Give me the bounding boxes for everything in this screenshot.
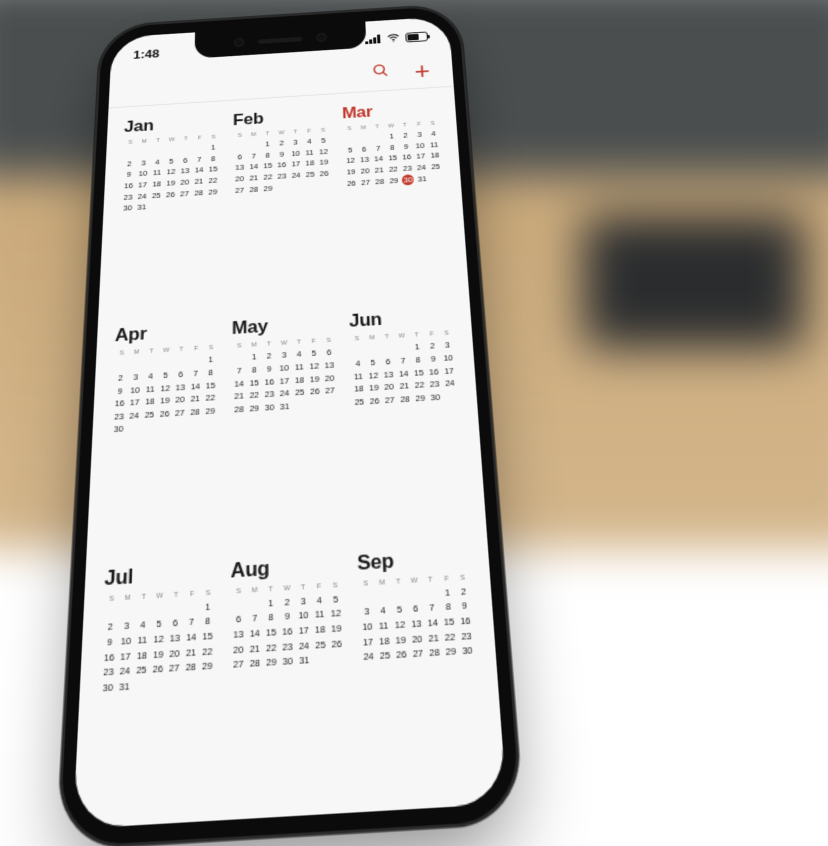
- month-aug[interactable]: AugSMTWTFS123456789101112131415161718192…: [229, 552, 350, 820]
- camera-dot: [234, 38, 244, 47]
- month-jan[interactable]: JanSMTWTFS123456789101112131415161718192…: [116, 112, 221, 311]
- day-grid: 1234567891011121314151617181920212223242…: [120, 142, 220, 215]
- wifi-icon: [386, 32, 401, 45]
- search-icon[interactable]: [371, 62, 390, 84]
- sensor-dot: [316, 33, 326, 42]
- add-button[interactable]: +: [414, 58, 431, 82]
- month-label: Sep: [357, 544, 470, 575]
- scene: 1:48 +: [0, 0, 828, 523]
- month-label: Apr: [115, 319, 219, 347]
- month-label: Aug: [231, 552, 343, 583]
- speaker-grille: [258, 36, 302, 43]
- phone-frame: 1:48 +: [56, 4, 524, 846]
- month-mar[interactable]: MarSMTWTFS123456789101112131415161718192…: [342, 99, 451, 297]
- month-label: Jul: [104, 559, 216, 590]
- month-label: Feb: [233, 105, 330, 129]
- month-jul[interactable]: JulSMTWTFS123456789101112131415161718192…: [94, 559, 217, 827]
- month-jun[interactable]: JunSMTWTFS123456789101112131415161718192…: [349, 305, 468, 534]
- month-label: May: [232, 312, 336, 340]
- month-may[interactable]: MaySMTWTFS123456789101112131415161718192…: [231, 312, 342, 541]
- month-apr[interactable]: AprSMTWTFS123456789101112131415161718192…: [106, 319, 219, 549]
- day-grid: 1234567891011121314151617181920212223242…: [343, 128, 444, 189]
- month-feb[interactable]: FebSMTWTFS123456789101112131415161718192…: [232, 105, 335, 303]
- day-grid: 1234567891011121314151617181920212223242…: [231, 346, 338, 416]
- day-grid: 1234567891011121314151617181920212223242…: [230, 591, 346, 672]
- status-right: [365, 30, 428, 46]
- day-grid: 1234567891011121314151617181920212223242…: [233, 135, 332, 196]
- year-grid[interactable]: JanSMTWTFS123456789101112131415161718192…: [73, 87, 507, 829]
- month-label: Jun: [349, 305, 454, 333]
- battery-icon: [405, 31, 428, 42]
- phone-screen: 1:48 +: [73, 16, 507, 829]
- month-sep[interactable]: SepSMTWTFS123456789101112131415161718192…: [357, 544, 487, 812]
- signal-icon: [365, 34, 382, 44]
- day-grid: 1234567891011121314151617181920212223242…: [350, 339, 459, 409]
- month-label: Jan: [124, 112, 221, 136]
- day-grid: 1234567891011121314151617181920212223242…: [358, 584, 476, 665]
- month-label: Mar: [342, 99, 440, 123]
- status-time: 1:48: [133, 46, 160, 61]
- day-grid: 1234567891011121314151617181920212223242…: [99, 599, 216, 696]
- day-grid: 1234567891011121314151617181920212223242…: [111, 353, 219, 436]
